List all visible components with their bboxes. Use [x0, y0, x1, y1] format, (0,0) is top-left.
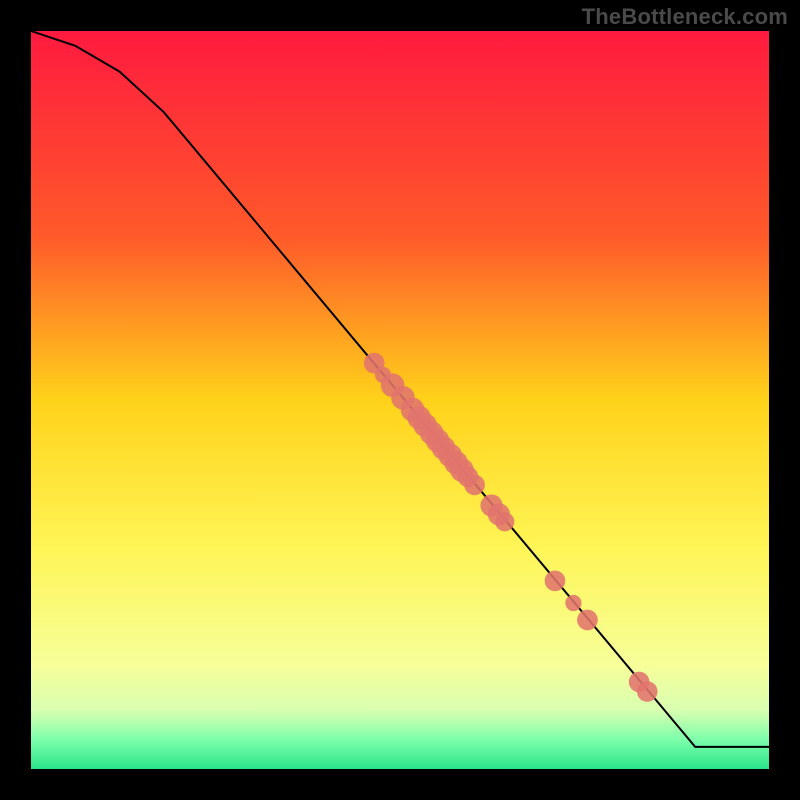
curve-marker	[637, 681, 658, 702]
curve-marker	[464, 475, 485, 496]
plot-area	[31, 31, 769, 769]
curve-marker	[577, 610, 598, 631]
curve-marker	[565, 595, 581, 611]
curve-marker	[545, 570, 566, 591]
chart-frame: TheBottleneck.com	[0, 0, 800, 800]
plot-svg	[31, 31, 769, 769]
curve-marker	[495, 512, 514, 531]
watermark-text: TheBottleneck.com	[582, 4, 788, 30]
